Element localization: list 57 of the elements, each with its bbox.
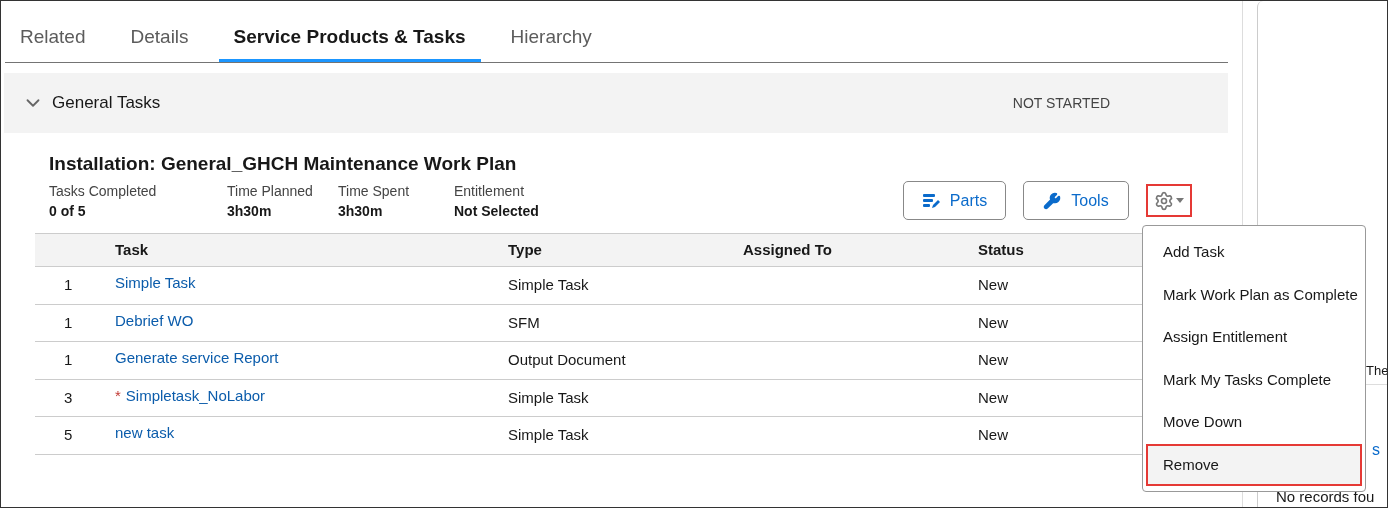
- stat-label: Time Spent: [338, 182, 411, 201]
- section-header[interactable]: General Tasks NOT STARTED: [4, 73, 1228, 133]
- caret-icon: [1176, 198, 1184, 203]
- row-number: 1: [63, 275, 74, 296]
- status-cell-text: New: [978, 425, 1008, 446]
- stat-label: Time Planned: [227, 182, 314, 201]
- side-link[interactable]: s: [1372, 438, 1380, 462]
- menu-item[interactable]: Move Down: [1146, 401, 1362, 444]
- tab[interactable]: Details: [115, 15, 204, 62]
- column-header: Assigned To: [743, 239, 832, 260]
- tab[interactable]: Hierarchy: [495, 15, 607, 62]
- settings-button[interactable]: [1146, 184, 1192, 217]
- task-link[interactable]: Generate service Report: [115, 347, 279, 370]
- stat-value: 3h30m: [338, 202, 384, 221]
- stat-value: Not Selected: [454, 202, 540, 221]
- task-link[interactable]: Simpletask_NoLabor: [125, 384, 266, 408]
- task-link[interactable]: Simple Task: [115, 272, 196, 295]
- column-header: Task: [115, 239, 149, 260]
- tab[interactable]: Related: [5, 15, 101, 62]
- required-mark: *: [115, 385, 121, 406]
- type-cell-text: Simple Task: [508, 425, 590, 446]
- menu-item[interactable]: Add Task: [1146, 231, 1362, 274]
- status-cell-text: New: [978, 350, 1008, 371]
- tab[interactable]: Service Products & Tasks: [218, 15, 481, 62]
- toolbar-button[interactable]: Tools: [1023, 181, 1129, 220]
- status-cell-text: New: [978, 275, 1008, 296]
- row-number: 1: [63, 350, 74, 371]
- type-cell-text: Simple Task: [508, 387, 590, 408]
- stat-value: 0 of 5: [49, 202, 87, 221]
- row-number: 5: [63, 425, 74, 446]
- toolbar-button[interactable]: Parts: [903, 181, 1006, 220]
- side-text: The: [1366, 363, 1387, 378]
- menu-item[interactable]: Remove: [1146, 443, 1362, 486]
- stat-label: Entitlement: [454, 182, 526, 201]
- stat-label: Tasks Completed: [49, 182, 158, 201]
- row-number: 3: [63, 387, 74, 408]
- type-cell-text: SFM: [508, 312, 541, 333]
- row-number: 1: [63, 312, 74, 333]
- status-cell-text: New: [978, 312, 1008, 333]
- section-title: General Tasks: [52, 92, 161, 115]
- menu-item[interactable]: Mark My Tasks Complete: [1146, 358, 1362, 401]
- status-label: NOT STARTED: [1012, 93, 1110, 113]
- type-cell-text: Simple Task: [508, 275, 590, 296]
- work-plan-title: Installation: General_GHCH Maintenance Work Plan: [49, 152, 518, 176]
- type-cell-text: Output Document: [508, 350, 627, 371]
- empty-message: No records fou: [1276, 488, 1375, 505]
- wrench-icon: [1043, 191, 1062, 210]
- column-header: Type: [508, 239, 542, 260]
- menu-item[interactable]: Assign Entitlement: [1146, 316, 1362, 359]
- task-link[interactable]: new task: [115, 422, 175, 445]
- list-edit-icon: [921, 191, 940, 210]
- column-header: Status: [978, 239, 1024, 260]
- settings-icon: [1154, 190, 1174, 211]
- status-cell-text: New: [978, 387, 1008, 408]
- menu-item[interactable]: Mark Work Plan as Complete: [1146, 273, 1362, 316]
- stat-value: 3h30m: [227, 202, 273, 221]
- task-link[interactable]: Debrief WO: [115, 309, 194, 333]
